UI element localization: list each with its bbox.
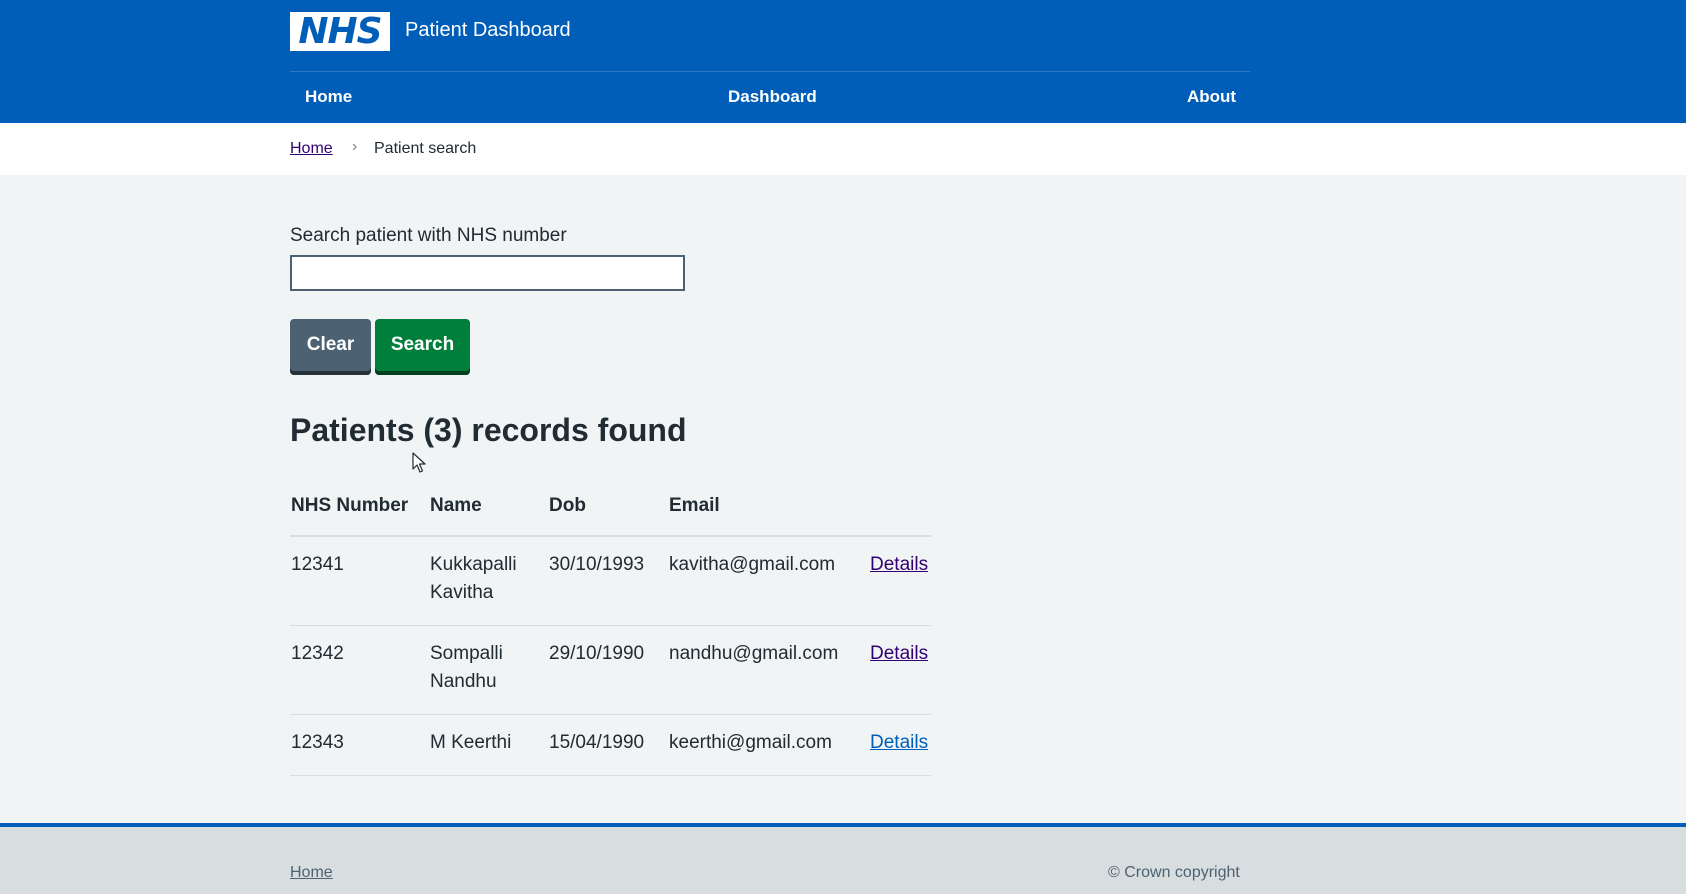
nhs-logo-text: NHS (298, 10, 382, 52)
results-heading: Patients (3) records found (290, 412, 687, 448)
breadcrumb: Home › Patient search (0, 123, 1686, 175)
nhs-logo[interactable]: NHS (290, 12, 390, 51)
header-divider (290, 71, 1250, 72)
cell-name: M Keerthi (430, 732, 512, 753)
search-button[interactable]: Search (375, 319, 470, 375)
breadcrumb-home-link[interactable]: Home (290, 139, 333, 159)
service-name[interactable]: Patient Dashboard (405, 18, 571, 42)
cell-dob: 30/10/1993 (549, 554, 645, 575)
footer-home-link[interactable]: Home (290, 863, 333, 883)
cell-email: kavitha@gmail.com (669, 554, 836, 575)
cell-name: Kukkapalli Kavitha (430, 554, 517, 603)
table-row: 12342 Sompalli Nandhu 29/10/1990 nandhu@… (290, 626, 931, 715)
cell-email: nandhu@gmail.com (669, 643, 839, 664)
column-header-name: Name (430, 495, 482, 516)
nhs-number-search-input[interactable] (290, 255, 685, 291)
breadcrumb-current: Patient search (374, 140, 477, 157)
details-link[interactable]: Details (870, 551, 928, 579)
cell-nhs-number: 12341 (291, 554, 344, 575)
column-header-dob: Dob (549, 495, 586, 516)
nav-about[interactable]: About (1187, 86, 1236, 108)
table-row: 12341 Kukkapalli Kavitha 30/10/1993 kavi… (290, 537, 931, 626)
cell-dob: 29/10/1990 (549, 643, 645, 664)
cell-nhs-number: 12343 (291, 732, 344, 753)
details-link[interactable]: Details (870, 729, 928, 757)
patients-table: NHS Number Name Dob Email 12341 Kukkapal… (290, 488, 931, 776)
footer: Home © Crown copyright (0, 823, 1686, 894)
column-header-nhs-number: NHS Number (291, 495, 409, 516)
chevron-right-icon: › (352, 138, 358, 155)
search-label: Search patient with NHS number (290, 225, 567, 246)
details-link[interactable]: Details (870, 640, 928, 668)
table-row: 12343 M Keerthi 15/04/1990 keerthi@gmail… (290, 715, 931, 776)
clear-button[interactable]: Clear (290, 319, 371, 375)
nav-dashboard[interactable]: Dashboard (728, 86, 817, 108)
column-header-email: Email (669, 495, 720, 516)
cell-name: Sompalli Nandhu (430, 643, 503, 692)
cell-email: keerthi@gmail.com (669, 732, 832, 753)
copyright-text: © Crown copyright (1108, 864, 1240, 881)
nav-home[interactable]: Home (305, 86, 352, 108)
header: NHS Patient Dashboard Home Dashboard Abo… (0, 0, 1686, 123)
mouse-pointer-icon (412, 452, 426, 473)
cell-dob: 15/04/1990 (549, 732, 645, 753)
cell-nhs-number: 12342 (291, 643, 344, 664)
table-header: NHS Number Name Dob Email (290, 488, 931, 537)
